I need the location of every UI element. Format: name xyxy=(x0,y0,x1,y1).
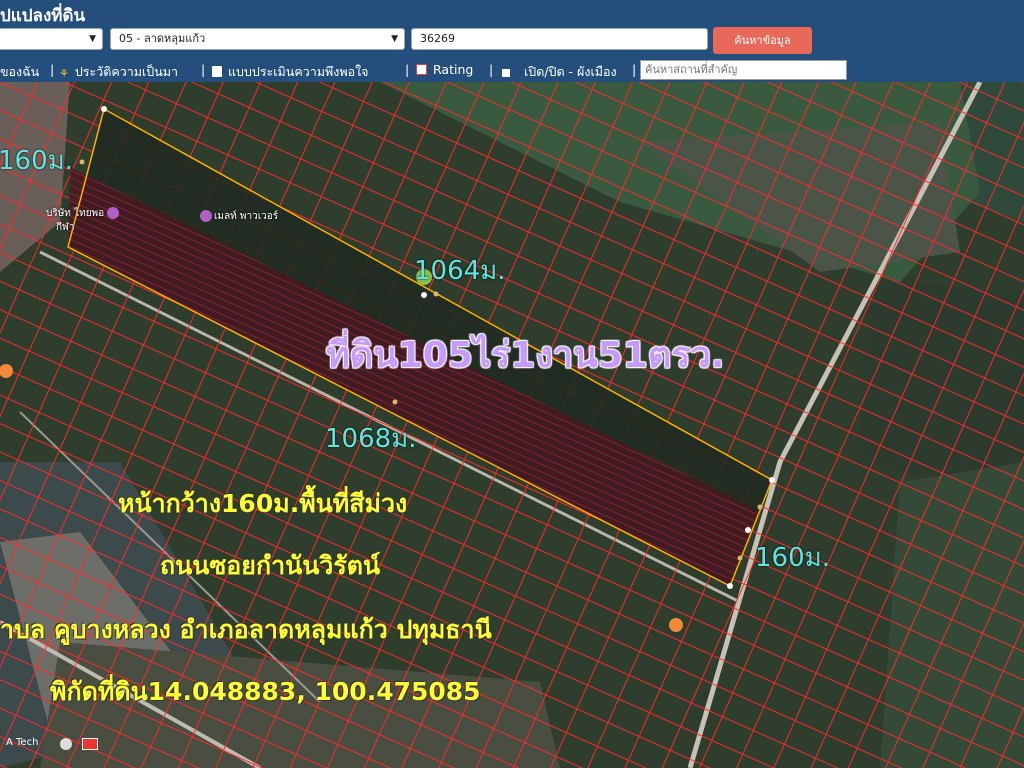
poi-marker-icon[interactable] xyxy=(669,618,683,632)
measure-right: 160ม. xyxy=(755,543,831,573)
rating-icon xyxy=(416,64,427,75)
toolbar: ของฉัน | ⚘ ประวัติความเป็นมา | แบบประเมิน… xyxy=(0,58,1024,82)
parcel-number-value: 36269 xyxy=(420,32,455,45)
toolbar-item-mine[interactable]: ของฉัน xyxy=(0,62,39,82)
area-label: ที่ดิน105ไร่1งาน51ตรว. xyxy=(326,335,725,376)
district-select-value: 05 - ลาดหลุมแก้ว xyxy=(119,32,206,45)
poi-label[interactable]: เมลท์ พาวเวอร์ xyxy=(200,209,278,224)
toolbar-divider: | xyxy=(201,62,206,77)
globe-icon[interactable] xyxy=(60,738,72,750)
toolbar-item-zoning[interactable]: เปิด/ปิด - ผังเมือง xyxy=(502,62,617,82)
poi-label[interactable]: กีฬา xyxy=(56,220,75,235)
toolbar-item-history[interactable]: ⚘ ประวัติความเป็นมา xyxy=(59,62,178,82)
poi-label-text: บริษัท ไทยพอ xyxy=(46,208,105,219)
map-pin-icon xyxy=(107,207,120,219)
chevron-down-icon: ▼ xyxy=(89,34,96,44)
province-select[interactable]: ▼ xyxy=(0,28,103,50)
sprout-icon: ⚘ xyxy=(59,67,69,80)
poi-label[interactable]: บริษัท ไทยพอ xyxy=(46,206,121,221)
district-select[interactable]: 05 - ลาดหลุมแก้ว ▼ xyxy=(110,28,405,50)
info-line-frontage: หน้ากว้าง160ม.พื้นที่สีม่วง xyxy=(118,489,408,518)
search-button[interactable]: ค้นหาข้อมูล xyxy=(713,27,812,54)
toolbar-divider: | xyxy=(405,62,410,77)
flag-icon xyxy=(82,738,98,750)
measure-top: 1064ม. xyxy=(414,256,506,286)
toolbar-item-survey[interactable]: แบบประเมินความพึงพอใจ xyxy=(212,62,369,82)
header-bar: ปแปลงที่ดิน ▼ 05 - ลาดหลุมแก้ว ▼ 36269 ค… xyxy=(0,0,1024,82)
poi-label-text: เมลท์ พาวเวอร์ xyxy=(214,211,279,222)
measure-left: 160ม. xyxy=(0,146,74,176)
satellite-map[interactable]: บริษัท ไทยพอ กีฬา เมลท์ พาวเวอร์ 160ม. 1… xyxy=(0,82,1024,768)
info-line-road: ถนนซอยกำนันวิรัตน์ xyxy=(160,551,381,580)
toolbar-divider: | xyxy=(632,62,637,77)
page-title: ปแปลงที่ดิน xyxy=(0,6,86,26)
map-imagery xyxy=(0,82,1024,768)
toolbar-item-zoning-label: เปิด/ปิด - ผังเมือง xyxy=(524,64,617,79)
toolbar-item-rating[interactable]: Rating xyxy=(416,62,473,77)
map-pin-icon xyxy=(200,210,212,222)
chevron-down-icon: ▼ xyxy=(391,34,398,44)
toolbar-item-history-label: ประวัติความเป็นมา xyxy=(74,64,179,79)
info-line-coordinates: พิกัดที่ดิน14.048883, 100.475085 xyxy=(50,677,481,706)
toolbar-item-rating-label: Rating xyxy=(433,62,474,77)
measure-bottom: 1068ม. xyxy=(325,424,417,454)
toolbar-divider: | xyxy=(489,62,494,77)
landmark-search-input[interactable] xyxy=(640,60,847,80)
info-line-location: าบล คูบางหลวง อำเภอลาดหลุมแก้ว ปทุมธานี xyxy=(0,615,492,644)
parcel-number-input[interactable]: 36269 xyxy=(411,28,708,50)
toolbar-divider: | xyxy=(50,62,55,77)
toolbar-item-survey-label: แบบประเมินความพึงพอใจ xyxy=(228,64,369,79)
map-attribution: A Tech xyxy=(6,737,39,748)
document-icon xyxy=(212,66,222,77)
checkbox-icon xyxy=(502,69,510,77)
